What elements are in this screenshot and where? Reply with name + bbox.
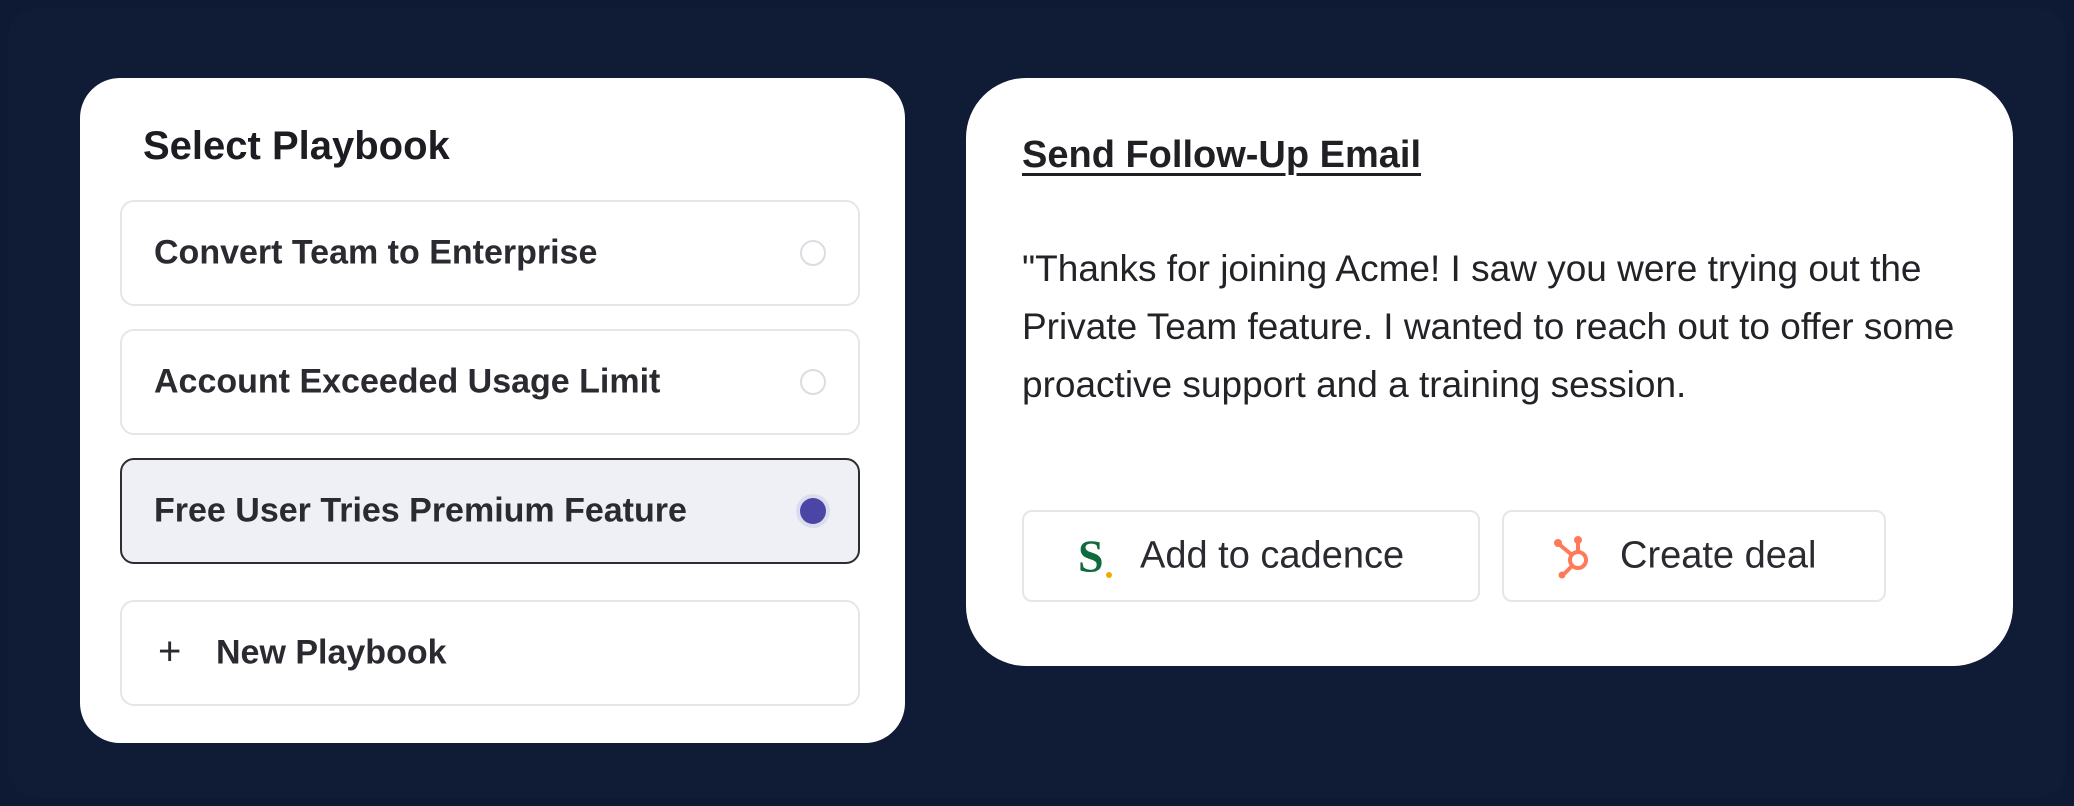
email-title-link[interactable]: Send Follow-Up Email <box>1022 134 1421 177</box>
app-frame: Select Playbook Convert Team to Enterpri… <box>8 8 2066 798</box>
salesloft-s-icon: S <box>1078 530 1104 582</box>
playbook-option-usage-limit[interactable]: Account Exceeded Usage Limit <box>120 329 860 435</box>
add-to-cadence-button[interactable]: S Add to cadence <box>1022 510 1480 602</box>
new-playbook-label: New Playbook <box>216 633 447 672</box>
salesloft-dot <box>1106 572 1112 578</box>
plus-icon: + <box>158 629 182 674</box>
option-label: Convert Team to Enterprise <box>154 233 598 272</box>
playbook-option-premium-feature[interactable]: Free User Tries Premium Feature <box>120 458 860 564</box>
option-label: Account Exceeded Usage Limit <box>154 362 661 401</box>
radio-button-selected[interactable] <box>800 498 826 524</box>
option-label: Free User Tries Premium Feature <box>154 491 687 530</box>
create-deal-label: Create deal <box>1620 534 1817 577</box>
follow-up-email-card: Send Follow-Up Email "Thanks for joining… <box>966 78 2013 666</box>
radio-button[interactable] <box>800 369 826 395</box>
add-to-cadence-label: Add to cadence <box>1140 534 1405 577</box>
create-deal-button[interactable]: Create deal <box>1502 510 1886 602</box>
playbook-option-convert-team[interactable]: Convert Team to Enterprise <box>120 200 860 306</box>
new-playbook-button[interactable]: + New Playbook <box>120 600 860 706</box>
email-body-text: "Thanks for joining Acme! I saw you were… <box>1022 248 1955 405</box>
card-title: Select Playbook <box>143 124 450 168</box>
radio-button[interactable] <box>800 240 826 266</box>
hubspot-sprocket-icon <box>1554 536 1588 579</box>
select-playbook-card: Select Playbook Convert Team to Enterpri… <box>80 78 905 743</box>
